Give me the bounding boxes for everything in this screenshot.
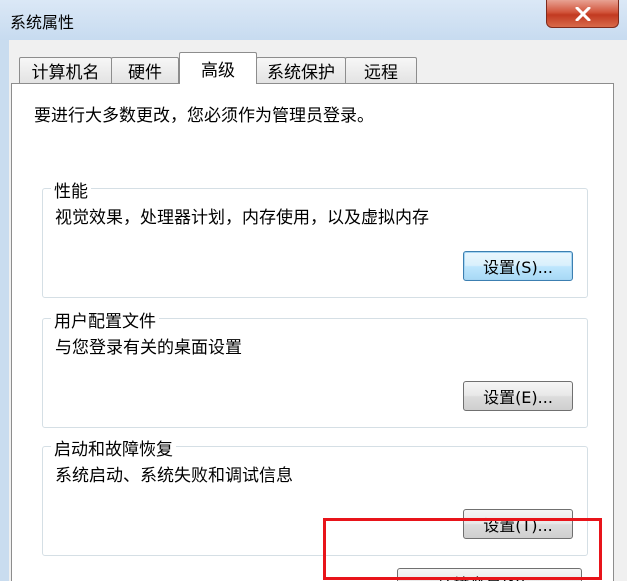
tab-label: 高级 [201, 61, 235, 81]
performance-title: 性能 [51, 177, 91, 202]
tab-label: 远程 [364, 63, 398, 83]
title-bar[interactable]: 系统属性 [0, 0, 627, 40]
tab-system-protection[interactable]: 系统保护 [256, 57, 346, 83]
close-button[interactable] [546, 0, 619, 28]
user-profiles-settings-button[interactable]: 设置(E)... [463, 381, 573, 411]
tab-label: 系统保护 [267, 63, 335, 83]
admin-login-note: 要进行大多数更改，您必须作为管理员登录。 [34, 106, 374, 126]
advanced-tab-panel: 要进行大多数更改，您必须作为管理员登录。 性能 视觉效果，处理器计划，内存使用，… [11, 83, 614, 581]
user-profiles-description: 与您登录有关的桌面设置 [55, 338, 242, 358]
tab-advanced[interactable]: 高级 [179, 52, 257, 84]
user-profiles-group: 用户配置文件 与您登录有关的桌面设置 设置(E)... [42, 307, 588, 428]
tab-computer-name[interactable]: 计算机名 [19, 57, 112, 83]
tab-label: 计算机名 [31, 63, 100, 83]
tab-label: 硬件 [128, 63, 162, 83]
startup-recovery-description: 系统启动、系统失败和调试信息 [55, 466, 293, 486]
system-properties-window: 系统属性 计算机名 硬件 高级 系统保护 远程 要进行大多数更改，您必须作为管理… [0, 0, 627, 581]
tab-hardware[interactable]: 硬件 [111, 57, 179, 83]
startup-recovery-title: 启动和故障恢复 [51, 435, 176, 460]
tab-remote[interactable]: 远程 [345, 57, 417, 83]
performance-settings-button[interactable]: 设置(S)... [463, 251, 573, 281]
performance-group: 性能 视觉效果，处理器计划，内存使用，以及虚拟内存 设置(S)... [42, 177, 588, 298]
user-profiles-title: 用户配置文件 [51, 307, 159, 332]
window-title: 系统属性 [10, 13, 75, 32]
performance-description: 视觉效果，处理器计划，内存使用，以及虚拟内存 [55, 208, 429, 228]
annotation-highlight-box [323, 518, 602, 580]
dialog-client-area: 计算机名 硬件 高级 系统保护 远程 要进行大多数更改，您必须作为管理员登录。 … [9, 40, 627, 581]
close-icon [575, 6, 590, 21]
